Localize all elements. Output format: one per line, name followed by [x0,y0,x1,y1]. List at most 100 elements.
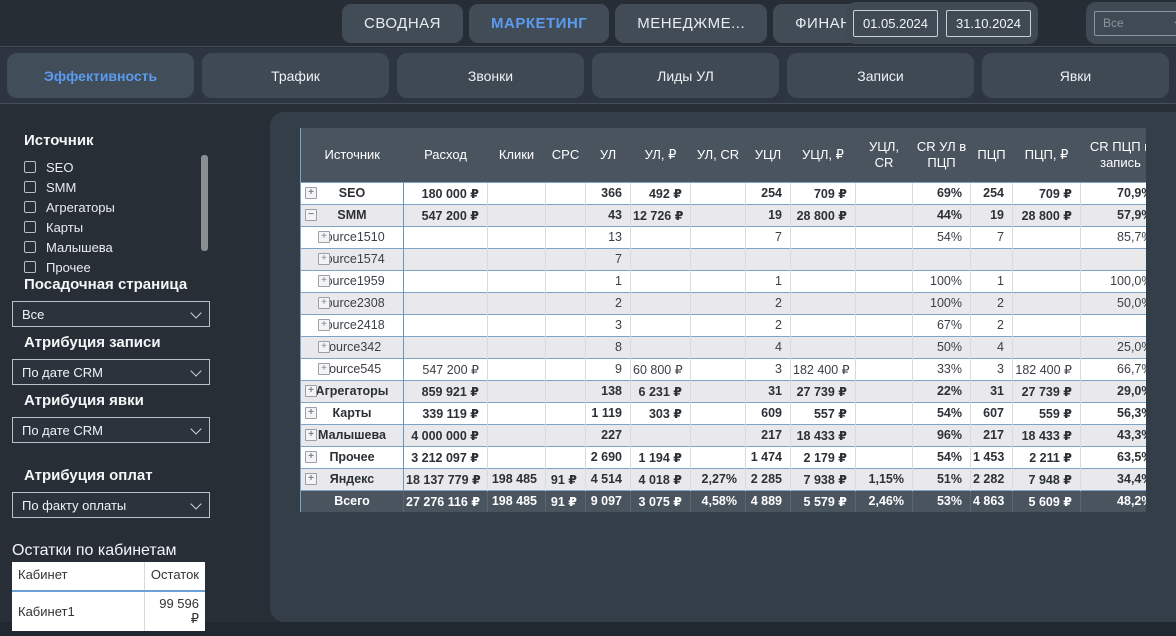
data-cell: 366 [586,182,631,204]
data-cell [691,226,746,248]
data-cell: 557 ₽ [791,402,856,424]
table-row[interactable]: +Малышева4 000 000 ₽22721718 433 ₽96%217… [301,424,1147,446]
checkbox-icon[interactable] [24,221,36,233]
source-cell: +Агрегаторы [301,380,404,402]
data-cell: 547 200 ₽ [404,204,488,226]
data-cell [913,248,971,270]
source-option-агрегаторы[interactable]: Агрегаторы [24,197,244,217]
data-cell [691,248,746,270]
row-source-label: Агрегаторы [316,384,389,398]
checkbox-icon[interactable] [24,161,36,173]
row-source-label: Всего [334,494,370,508]
sub-tab-эффективность[interactable]: Эффективность [7,53,194,98]
table-row[interactable]: +source195911100%1100,0% [301,270,1147,292]
data-cell: 2,46% [856,490,913,512]
expand-icon[interactable]: + [305,385,317,397]
data-cell [691,424,746,446]
table-row[interactable]: +Яндекс18 137 779 ₽198 48591 ₽4 5144 018… [301,468,1147,490]
expand-icon[interactable]: + [318,275,330,287]
source-option-малышева[interactable]: Малышева [24,237,244,257]
record-attribution-select[interactable]: По дате CRM [12,359,210,385]
sub-tab-трафик[interactable]: Трафик [202,53,389,98]
checkbox-icon[interactable] [24,241,36,253]
data-cell: 19 [971,204,1013,226]
clinic-filter-select[interactable]: Все [1094,11,1176,36]
table-row[interactable]: +source545547 200 ₽960 800 ₽3182 400 ₽33… [301,358,1147,380]
data-cell: 91 ₽ [546,490,586,512]
top-tab-сводная[interactable]: СВОДНАЯ [342,4,463,43]
payment-attribution-select[interactable]: По факту оплаты [12,492,210,518]
source-option-прочее[interactable]: Прочее [24,257,244,277]
data-cell: 1 [586,270,631,292]
date-from-input[interactable] [853,10,938,37]
data-cell [856,204,913,226]
expand-icon[interactable]: + [305,473,317,485]
expand-icon[interactable]: + [318,297,330,309]
data-cell: 609 [746,402,791,424]
data-cell [631,314,691,336]
expand-icon[interactable]: + [305,407,317,419]
table-row[interactable]: +Прочее3 212 097 ₽2 6901 194 ₽1 4742 179… [301,446,1147,468]
checkbox-icon[interactable] [24,181,36,193]
table-row[interactable]: +SEO180 000 ₽366492 ₽254709 ₽69%254709 ₽… [301,182,1147,204]
data-cell [791,226,856,248]
data-cell: 56,3% [1081,402,1147,424]
column-header: CR ПЦП в запись [1081,128,1147,182]
source-option-smm[interactable]: SMM [24,177,244,197]
report-tabs-bar: ЭффективностьТрафикЗвонкиЛиды УЛЗаписиЯв… [0,48,1176,104]
expand-icon[interactable]: + [305,187,317,199]
table-row[interactable]: +Агрегаторы859 921 ₽1386 231 ₽3127 739 ₽… [301,380,1147,402]
checkbox-icon[interactable] [24,201,36,213]
visit-attribution-value: По дате CRM [22,423,103,438]
expand-icon[interactable]: + [318,231,330,243]
expand-icon[interactable]: + [318,319,330,331]
visit-attribution-filter: Атрибуция явки По дате CRM [12,392,210,443]
data-cell: 100% [913,270,971,292]
source-list-scrollbar[interactable] [201,155,208,251]
visit-attribution-select[interactable]: По дате CRM [12,417,210,443]
table-row[interactable]: +Карты339 119 ₽1 119303 ₽609557 ₽54%6075… [301,402,1147,424]
data-cell [631,292,691,314]
data-cell: 22% [913,380,971,402]
data-cell: 69% [913,182,971,204]
top-tab-менеджме-[interactable]: МЕНЕДЖМЕ... [615,4,767,43]
landing-page-select[interactable]: Все [12,301,210,327]
collapse-icon[interactable]: − [305,209,317,221]
table-row[interactable]: +source230822100%250,0% [301,292,1147,314]
expand-icon[interactable]: + [318,363,330,375]
table-row[interactable]: +source151013754%785,7% [301,226,1147,248]
sub-tab-записи[interactable]: Записи [787,53,974,98]
report-table-wrapper: ИсточникРасходКликиCPCУЛУЛ, ₽УЛ, CRУЦЛУЦ… [300,128,1146,524]
source-option-карты[interactable]: Карты [24,217,244,237]
sub-tab-явки[interactable]: Явки [982,53,1169,98]
table-row[interactable]: +source3428450%425,0% [301,336,1147,358]
expand-icon[interactable]: + [318,253,330,265]
date-to-input[interactable] [946,10,1031,37]
data-cell [1081,248,1147,270]
data-cell [856,314,913,336]
table-row[interactable]: +source15747 [301,248,1147,270]
checkbox-icon[interactable] [24,261,36,273]
column-header: ПЦП, ₽ [1013,128,1081,182]
data-cell [631,424,691,446]
source-cell: +source2418 [301,314,404,336]
sub-tab-звонки[interactable]: Звонки [397,53,584,98]
data-cell: 67% [913,314,971,336]
data-cell [546,248,586,270]
top-tab-маркетинг[interactable]: МАРКЕТИНГ [469,4,609,43]
expand-icon[interactable]: + [305,451,317,463]
expand-icon[interactable]: + [305,429,317,441]
sub-tab-лиды-ул[interactable]: Лиды УЛ [592,53,779,98]
data-cell [488,336,546,358]
data-cell: 3 212 097 ₽ [404,446,488,468]
column-header: УЦЛ [746,128,791,182]
payment-attribution-label: Атрибуция оплат [24,467,210,484]
data-cell: 100% [913,292,971,314]
row-source-label: Карты [332,406,371,420]
data-cell: 3 [971,358,1013,380]
source-option-seo[interactable]: SEO [24,157,244,177]
table-row[interactable]: +source24183267%2 [301,314,1147,336]
table-row[interactable]: −SMM547 200 ₽4312 726 ₽1928 800 ₽44%1928… [301,204,1147,226]
expand-icon[interactable]: + [318,341,330,353]
column-header: УЛ, ₽ [631,128,691,182]
